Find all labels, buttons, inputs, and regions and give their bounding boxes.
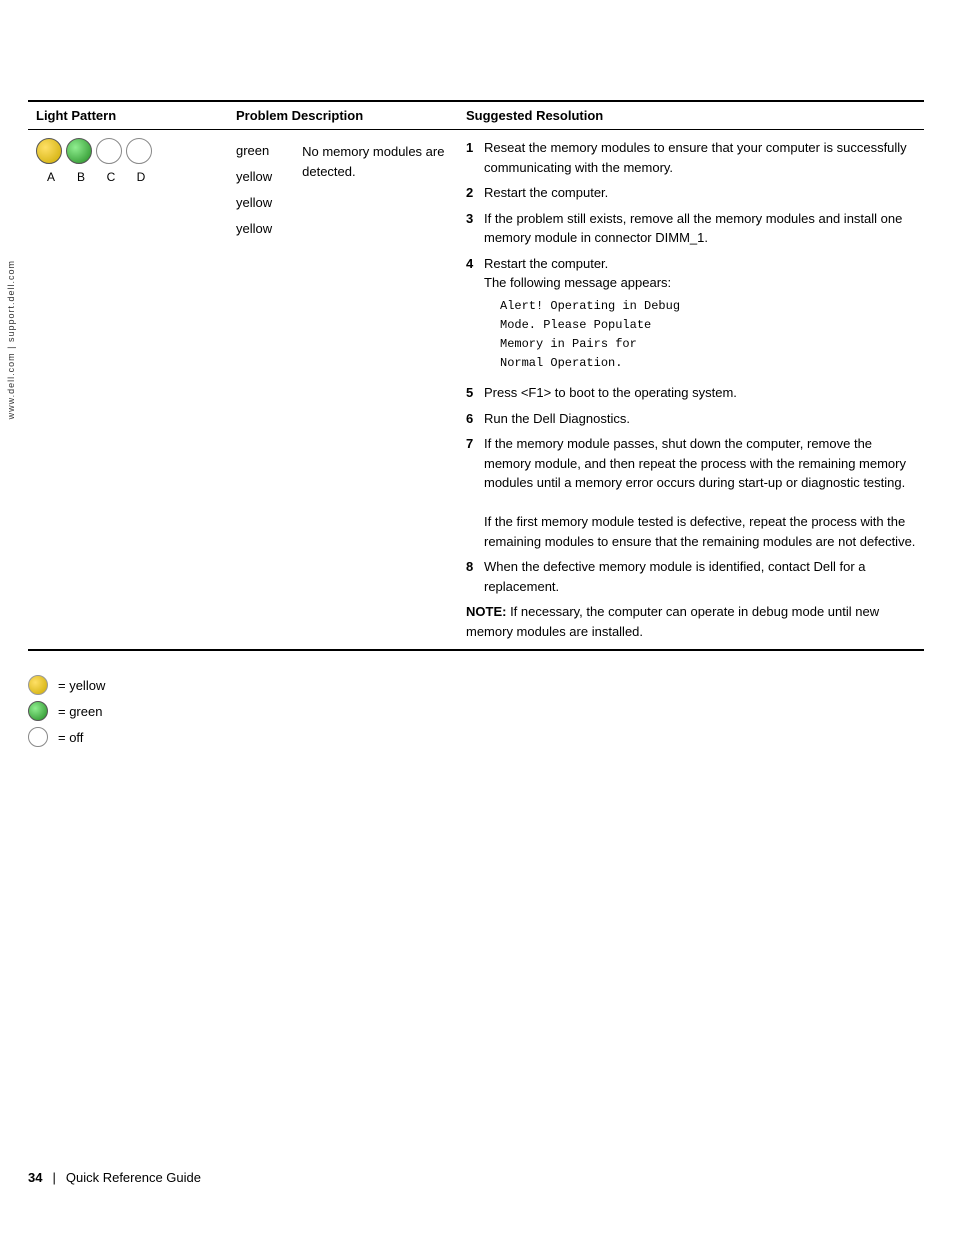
side-text-container: www.dell.com | support.dell.com <box>0 140 22 540</box>
res-step-2: 2 Restart the computer. <box>466 183 916 203</box>
legend-off-circle <box>28 727 48 747</box>
legend-yellow-label: = yellow <box>58 678 105 693</box>
label-c: C <box>96 168 126 186</box>
main-table: Light Pattern Problem Description Sugges… <box>28 100 924 651</box>
footer-separator: | <box>52 1170 55 1185</box>
note-block: NOTE: If necessary, the computer can ope… <box>466 602 916 641</box>
light-c <box>96 138 122 164</box>
note-text: If necessary, the computer can operate i… <box>466 604 879 639</box>
res-text-1: Reseat the memory modules to ensure that… <box>484 138 916 177</box>
res-text-6: Run the Dell Diagnostics. <box>484 409 916 429</box>
side-text: www.dell.com | support.dell.com <box>6 260 16 419</box>
color-item-2: yellow <box>236 164 272 190</box>
res-text-5: Press <F1> to boot to the operating syst… <box>484 383 916 403</box>
legend-green-circle <box>28 701 48 721</box>
color-item-1: green <box>236 138 272 164</box>
res-step-1: 1 Reseat the memory modules to ensure th… <box>466 138 916 177</box>
note-label: NOTE: <box>466 604 510 619</box>
col-header-resolution: Suggested Resolution <box>458 101 924 130</box>
light-a <box>36 138 62 164</box>
legend-item-yellow: = yellow <box>28 675 954 695</box>
label-a: A <box>36 168 66 186</box>
legend-green-label: = green <box>58 704 102 719</box>
res-num-8: 8 <box>466 557 482 577</box>
footer-page: 34 <box>28 1170 42 1185</box>
res-num-3: 3 <box>466 209 482 229</box>
color-item-3: yellow <box>236 190 272 216</box>
res-text-8: When the defective memory module is iden… <box>484 557 916 596</box>
light-d <box>126 138 152 164</box>
col-header-problem: Problem Description <box>228 101 458 130</box>
legend-item-off: = off <box>28 727 954 747</box>
legend-off-label: = off <box>58 730 83 745</box>
light-b <box>66 138 92 164</box>
res-num-6: 6 <box>466 409 482 429</box>
res-text-3: If the problem still exists, remove all … <box>484 209 916 248</box>
res-num-4: 4 <box>466 254 482 274</box>
problem-description: No memory modules are detected. <box>302 138 450 242</box>
color-list: green yellow yellow yellow <box>236 138 272 242</box>
label-b: B <box>66 168 96 186</box>
res-step-3: 3 If the problem still exists, remove al… <box>466 209 916 248</box>
res-num-1: 1 <box>466 138 482 158</box>
table-header-row: Light Pattern Problem Description Sugges… <box>28 101 924 130</box>
footer-title: Quick Reference Guide <box>66 1170 201 1185</box>
res-step-8: 8 When the defective memory module is id… <box>466 557 916 596</box>
resolution-cell: 1 Reseat the memory modules to ensure th… <box>458 130 924 651</box>
light-pattern-cell: A B C D <box>28 130 228 651</box>
res-step-5: 5 Press <F1> to boot to the operating sy… <box>466 383 916 403</box>
resolution-content: 1 Reseat the memory modules to ensure th… <box>466 138 916 641</box>
labels-row: A B C D <box>36 168 220 186</box>
color-item-4: yellow <box>236 216 272 242</box>
lights-container <box>36 138 220 164</box>
res-text-2: Restart the computer. <box>484 183 916 203</box>
label-d: D <box>126 168 156 186</box>
res-step-4: 4 Restart the computer. The following me… <box>466 254 916 378</box>
res-num-7: 7 <box>466 434 482 454</box>
main-content: Light Pattern Problem Description Sugges… <box>28 0 924 651</box>
res-num-5: 5 <box>466 383 482 403</box>
res-text-7: If the memory module passes, shut down t… <box>484 434 916 551</box>
color-problem-cell: green yellow yellow yellow No memory mod… <box>228 130 458 651</box>
legend-yellow-circle <box>28 675 48 695</box>
res-num-2: 2 <box>466 183 482 203</box>
code-block: Alert! Operating in Debug Mode. Please P… <box>500 297 916 374</box>
res-step-7: 7 If the memory module passes, shut down… <box>466 434 916 551</box>
table-row: A B C D green yellow yellow <box>28 130 924 651</box>
legend-section: = yellow = green = off <box>28 675 954 747</box>
col-header-light: Light Pattern <box>28 101 228 130</box>
legend-item-green: = green <box>28 701 954 721</box>
res-text-4: Restart the computer. The following mess… <box>484 254 916 378</box>
page-container: www.dell.com | support.dell.com Light Pa… <box>0 0 954 1235</box>
res-step-6: 6 Run the Dell Diagnostics. <box>466 409 916 429</box>
footer: 34 | Quick Reference Guide <box>28 1170 201 1185</box>
